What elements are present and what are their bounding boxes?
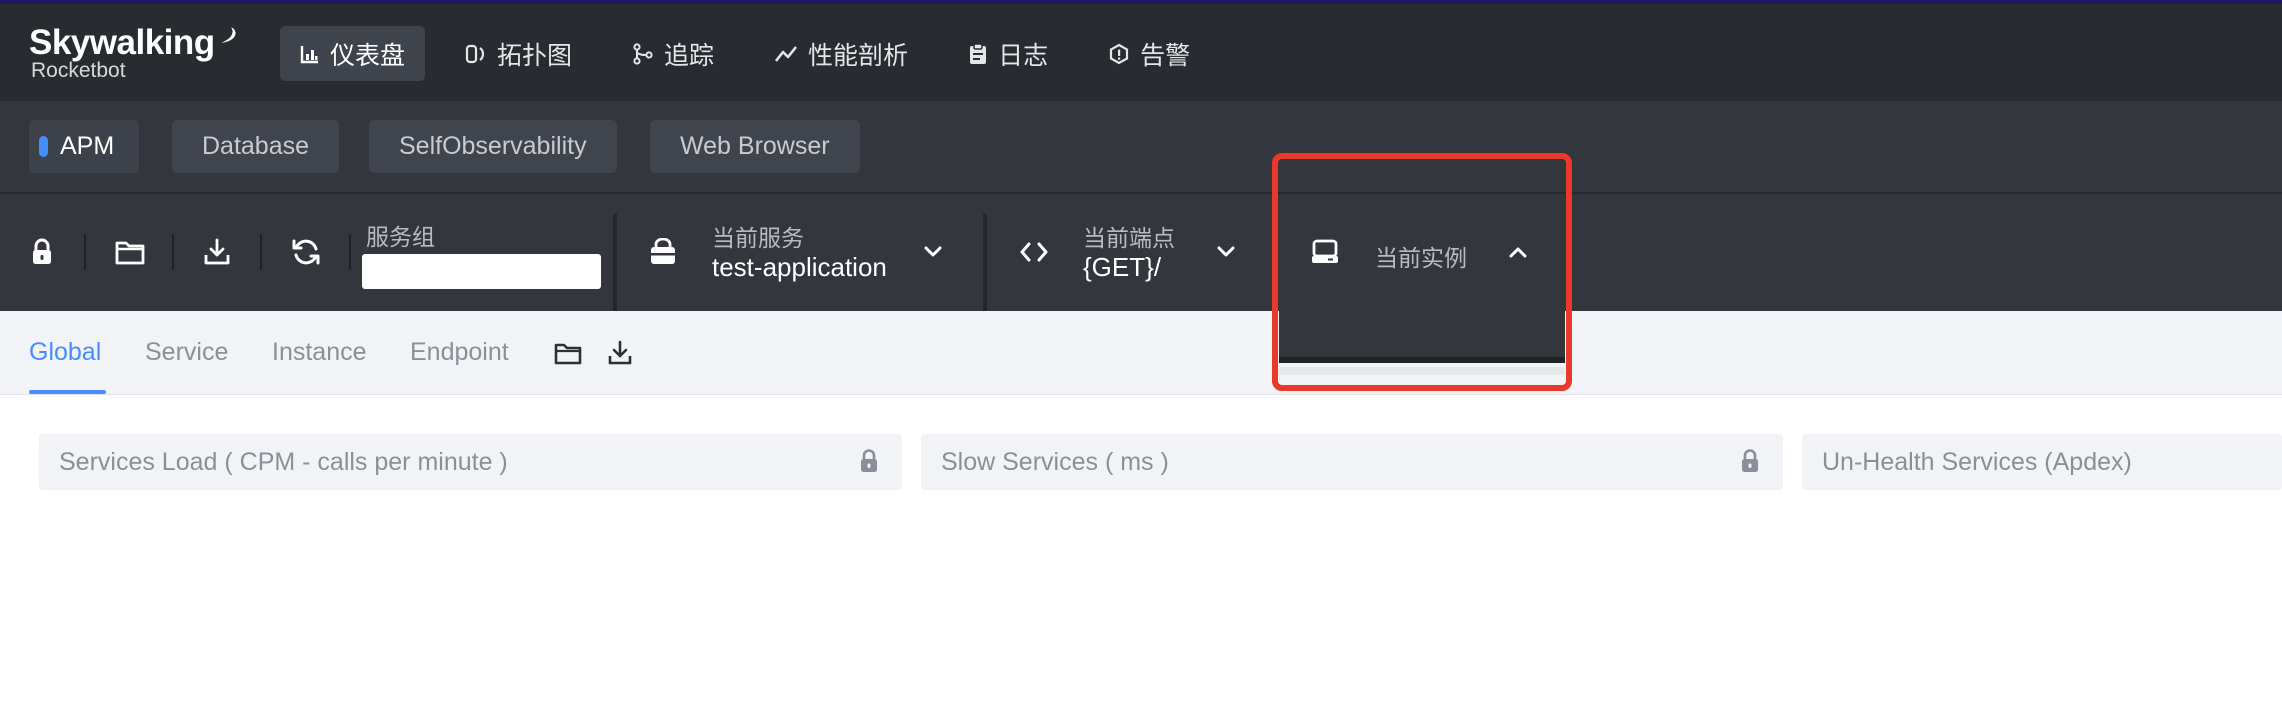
lock-icon (33, 238, 51, 264)
layer-tab-bar: APM Database SelfObservability Web Brows… (0, 101, 2282, 194)
current-endpoint-value[interactable]: {GET}/ (1083, 252, 1161, 283)
active-indicator (39, 136, 48, 157)
trend-icon (775, 45, 798, 62)
tab-instance[interactable]: Instance (272, 338, 367, 367)
tab-service[interactable]: Service (145, 338, 228, 367)
layer-tab-selfobservability[interactable]: SelfObservability (369, 120, 617, 173)
app-logo[interactable]: Skywalking Rocketbot (29, 24, 239, 82)
alert-icon (1109, 43, 1129, 64)
nav-item-label: 性能剖析 (808, 41, 909, 70)
current-service-dropdown-button[interactable] (915, 234, 951, 270)
nav-item-label: 日志 (998, 41, 1049, 70)
refresh-button[interactable] (288, 234, 324, 270)
refresh-icon (292, 239, 320, 265)
service-group-input[interactable] (362, 254, 601, 289)
panel-services-load: Services Load ( CPM - calls per minute ) (39, 434, 902, 490)
toolbar-divider (349, 234, 351, 270)
annotation-highlight-box (1272, 153, 1572, 391)
nav-item-alarm[interactable]: 告警 (1088, 26, 1210, 81)
open-folder-button[interactable] (112, 234, 148, 270)
top-navigation-bar: Skywalking Rocketbot 仪表盘 拓扑图 追踪 性能剖析 日志 … (0, 0, 2282, 101)
dashboard-tab-bar: Global Service Instance Endpoint (0, 311, 2282, 395)
bar-chart-icon (300, 45, 318, 63)
panel-unhealth-services: Un-Health Services (Apdex) (1802, 434, 2282, 490)
current-endpoint-label: 当前端点 (1083, 225, 1175, 251)
toolbar-divider (983, 214, 987, 320)
toolbar-divider (613, 214, 617, 320)
nav-item-label: 仪表盘 (330, 41, 406, 70)
panel-title: Un-Health Services (Apdex) (1822, 448, 2132, 476)
panel-title: Slow Services ( ms ) (941, 448, 1169, 476)
logo-subtitle: Rocketbot (31, 59, 126, 82)
layer-tab-database[interactable]: Database (172, 120, 340, 173)
nav-item-topology[interactable]: 拓扑图 (445, 26, 592, 81)
tab-global[interactable]: Global (29, 338, 101, 367)
download-icon (204, 238, 230, 265)
toolbar-divider (260, 234, 262, 270)
trace-icon (633, 42, 653, 65)
dashboard-toolbar: 服务组 当前服务 test-application 当前端点 {GET}/ 当前… (0, 194, 2282, 320)
layer-tab-label: Web Browser (680, 132, 830, 160)
layer-tab-label: APM (60, 132, 115, 160)
service-icon (651, 238, 675, 264)
logo-title: Skywalking (29, 23, 215, 62)
nav-item-label: 拓扑图 (497, 41, 573, 70)
current-service-label: 当前服务 (712, 225, 804, 251)
nav-item-trace[interactable]: 追踪 (612, 26, 734, 81)
folder-icon (115, 241, 145, 265)
topology-icon (465, 44, 485, 63)
service-icon-wrap (645, 234, 681, 270)
tab-endpoint[interactable]: Endpoint (410, 338, 509, 367)
current-endpoint-dropdown-button[interactable] (1208, 234, 1244, 270)
toolbar-divider (172, 234, 174, 270)
chevron-down-icon (1217, 246, 1235, 257)
current-service-value[interactable]: test-application (712, 252, 887, 283)
layer-tab-label: SelfObservability (399, 132, 587, 160)
layer-tab-label: Database (202, 132, 310, 160)
download-button[interactable] (199, 234, 235, 270)
lock-button[interactable] (24, 234, 60, 270)
nav-item-profiling[interactable]: 性能剖析 (754, 26, 928, 81)
layer-tab-web-browser[interactable]: Web Browser (650, 120, 860, 173)
main-nav: 仪表盘 拓扑图 追踪 性能剖析 日志 告警 (280, 26, 1230, 81)
layer-tab-apm[interactable]: APM (29, 120, 140, 173)
active-tab-underline (29, 390, 106, 394)
lock-icon[interactable] (858, 448, 880, 474)
import-dashboard-button[interactable] (551, 338, 585, 368)
download-icon (608, 340, 632, 365)
nav-item-logs[interactable]: 日志 (948, 26, 1068, 81)
code-brackets-icon (1020, 242, 1048, 262)
lock-icon[interactable] (1739, 448, 1761, 474)
nav-item-label: 追踪 (664, 41, 715, 70)
nav-item-label: 告警 (1140, 41, 1191, 70)
logo-swoosh-icon (220, 27, 236, 43)
panel-slow-services: Slow Services ( ms ) (921, 434, 1783, 490)
nav-item-dashboard[interactable]: 仪表盘 (280, 26, 426, 81)
clipboard-icon (970, 42, 987, 64)
export-dashboard-button[interactable] (603, 338, 637, 368)
folder-icon (554, 343, 582, 365)
endpoint-icon-wrap (1016, 234, 1052, 270)
service-group-label: 服务组 (366, 224, 435, 250)
toolbar-divider (84, 234, 86, 270)
chevron-down-icon (924, 246, 942, 257)
panel-title: Services Load ( CPM - calls per minute ) (59, 448, 508, 476)
